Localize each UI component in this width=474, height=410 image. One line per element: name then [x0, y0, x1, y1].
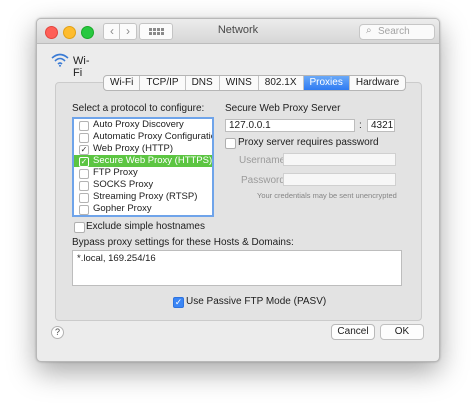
wifi-icon: [51, 53, 69, 67]
cancel-button[interactable]: Cancel: [331, 324, 375, 340]
search-input[interactable]: ⌕ Search: [359, 24, 435, 40]
list-item[interactable]: Streaming Proxy (RTSP): [74, 191, 212, 203]
protocol-checkbox[interactable]: [79, 193, 89, 203]
protocol-checkbox[interactable]: [79, 181, 89, 191]
username-field[interactable]: [283, 153, 396, 166]
passive-ftp-label: Use Passive FTP Mode (PASV): [186, 296, 327, 307]
tab-hardware[interactable]: Hardware: [350, 76, 405, 90]
help-button[interactable]: ?: [51, 326, 64, 339]
protocol-label: Gopher Proxy: [93, 203, 152, 214]
protocol-checkbox[interactable]: [79, 121, 89, 131]
password-field[interactable]: [283, 173, 396, 186]
ok-button[interactable]: OK: [380, 324, 424, 340]
protocol-list-heading: Select a protocol to configure:: [72, 103, 205, 114]
tab-dns[interactable]: DNS: [186, 76, 220, 90]
password-label: Password:: [241, 175, 288, 186]
list-item[interactable]: Automatic Proxy Configuration: [74, 131, 212, 143]
protocol-checkbox[interactable]: [79, 169, 89, 179]
list-item[interactable]: ✓ Web Proxy (HTTP): [74, 143, 212, 155]
list-item[interactable]: SOCKS Proxy: [74, 179, 212, 191]
tab-wifi[interactable]: Wi-Fi: [104, 76, 141, 90]
protocol-label: Automatic Proxy Configuration: [93, 131, 214, 142]
tab-proxies[interactable]: Proxies: [303, 76, 350, 90]
search-icon: ⌕: [366, 25, 372, 36]
protocol-checkbox[interactable]: [79, 205, 89, 215]
search-placeholder: Search: [378, 26, 410, 37]
protocol-label: Secure Web Proxy (HTTPS): [93, 155, 213, 166]
list-item[interactable]: FTP Proxy: [74, 167, 212, 179]
server-heading: Secure Web Proxy Server: [225, 103, 341, 114]
requires-password-checkbox[interactable]: [225, 138, 236, 149]
list-item[interactable]: Auto Proxy Discovery: [74, 119, 212, 131]
interface-name: Wi-Fi: [73, 55, 90, 79]
credentials-hint: Your credentials may be sent unencrypted: [257, 191, 397, 200]
protocol-label: Web Proxy (HTTP): [93, 143, 174, 154]
bypass-label: Bypass proxy settings for these Hosts & …: [72, 237, 294, 248]
proxy-port-field[interactable]: 4321: [367, 119, 395, 132]
port-separator: :: [359, 120, 362, 131]
list-item[interactable]: Gopher Proxy: [74, 203, 212, 215]
protocol-list[interactable]: Auto Proxy Discovery Automatic Proxy Con…: [72, 117, 214, 217]
tab-bar: Wi-Fi TCP/IP DNS WINS 802.1X Proxies Har…: [103, 75, 407, 91]
title-bar: ‹ › Network ⌕ Search: [37, 19, 439, 44]
passive-ftp-checkbox[interactable]: ✓: [173, 297, 184, 308]
protocol-checkbox[interactable]: [79, 133, 89, 143]
protocol-label: FTP Proxy: [93, 167, 138, 178]
tab-802-1x[interactable]: 802.1X: [259, 76, 304, 90]
list-item[interactable]: ✓ Secure Web Proxy (HTTPS): [74, 155, 212, 167]
protocol-checkbox[interactable]: ✓: [79, 145, 89, 155]
bypass-hosts-textarea[interactable]: *.local, 169.254/16: [72, 250, 402, 286]
protocol-checkbox[interactable]: ✓: [79, 157, 89, 167]
proxy-host-field[interactable]: 127.0.0.1: [225, 119, 355, 132]
protocol-label: Auto Proxy Discovery: [93, 119, 184, 130]
tab-wins[interactable]: WINS: [220, 76, 259, 90]
exclude-simple-hostnames-checkbox[interactable]: [74, 222, 85, 233]
protocol-label: Streaming Proxy (RTSP): [93, 191, 198, 202]
protocol-label: SOCKS Proxy: [93, 179, 154, 190]
requires-password-label: Proxy server requires password: [238, 137, 379, 148]
username-label: Username:: [239, 155, 288, 166]
exclude-simple-hostnames-label: Exclude simple hostnames: [86, 221, 205, 232]
tab-tcp-ip[interactable]: TCP/IP: [140, 76, 186, 90]
